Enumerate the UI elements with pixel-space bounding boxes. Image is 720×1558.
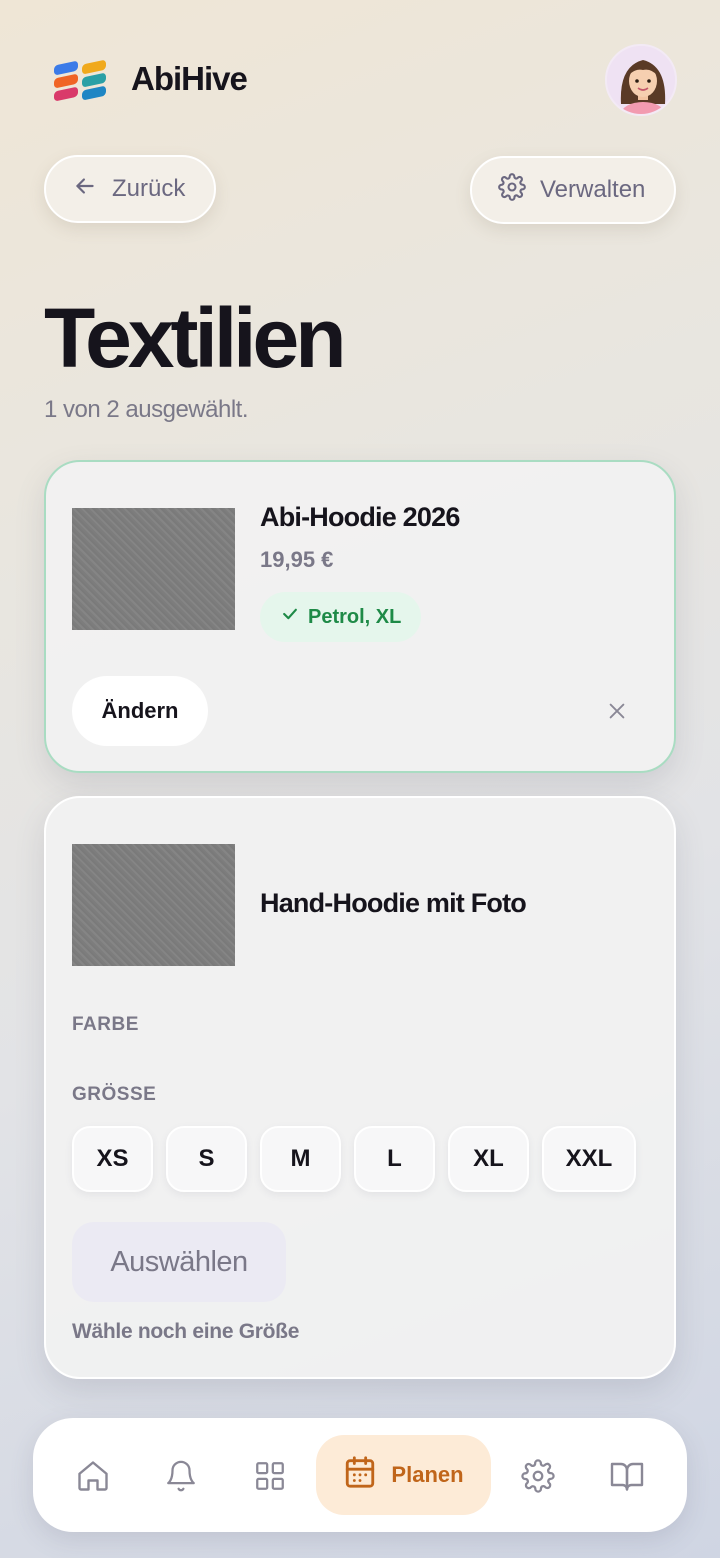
manage-label: Verwalten [540, 176, 646, 203]
calendar-icon [343, 1455, 377, 1495]
app-name: AbiHive [131, 60, 248, 97]
size-options: XS S M L XL XXL [72, 1126, 636, 1192]
gear-icon [498, 172, 526, 208]
back-label: Zurück [112, 175, 186, 202]
arrow-left-icon [72, 173, 98, 206]
check-icon [280, 604, 300, 630]
size-option-xxl[interactable]: XXL [542, 1126, 636, 1192]
select-button[interactable]: Auswählen [72, 1222, 286, 1302]
size-option-m[interactable]: M [260, 1126, 341, 1192]
product-name: Abi-Hoodie 2026 [260, 502, 460, 532]
book-icon[interactable] [603, 1452, 651, 1500]
selection-badge: Petrol, XL [260, 592, 422, 642]
home-icon[interactable] [69, 1452, 117, 1500]
product-name: Hand-Hoodie mit Foto [260, 888, 527, 918]
color-section-label: FARBE [72, 1014, 139, 1035]
size-option-xl[interactable]: XL [448, 1126, 529, 1192]
size-hint: Wähle noch eine Größe [72, 1320, 300, 1343]
size-section-label: GRÖSSE [72, 1084, 157, 1105]
close-icon[interactable] [602, 696, 632, 726]
product-price: 19,95 € [260, 547, 334, 572]
product-image [72, 844, 235, 966]
product-image [72, 508, 235, 630]
page-title: Textilien [44, 291, 347, 385]
size-option-xs[interactable]: XS [72, 1126, 153, 1192]
size-option-s[interactable]: S [166, 1126, 247, 1192]
bottom-nav: Planen [33, 1418, 687, 1532]
size-option-l[interactable]: L [354, 1126, 435, 1192]
nav-active-label: Planen [391, 1462, 464, 1487]
app-header: AbiHive [0, 0, 720, 160]
bell-icon[interactable] [157, 1452, 205, 1500]
product-card: Hand-Hoodie mit Foto FARBE GRÖSSE XS S M… [44, 796, 676, 1379]
nav-item-planen[interactable]: Planen [316, 1435, 491, 1515]
change-button[interactable]: Ändern [72, 676, 208, 746]
back-button[interactable]: Zurück [44, 155, 216, 223]
page-subtitle: 1 von 2 ausgewählt. [44, 396, 248, 423]
avatar[interactable] [605, 44, 677, 116]
grid-icon[interactable] [246, 1452, 294, 1500]
abihive-logo-icon [52, 54, 108, 106]
gear-icon[interactable] [514, 1452, 562, 1500]
manage-button[interactable]: Verwalten [470, 156, 676, 224]
product-card-selected: Abi-Hoodie 2026 19,95 € Petrol, XL Änder… [44, 460, 676, 773]
selection-label: Petrol, XL [308, 605, 402, 628]
